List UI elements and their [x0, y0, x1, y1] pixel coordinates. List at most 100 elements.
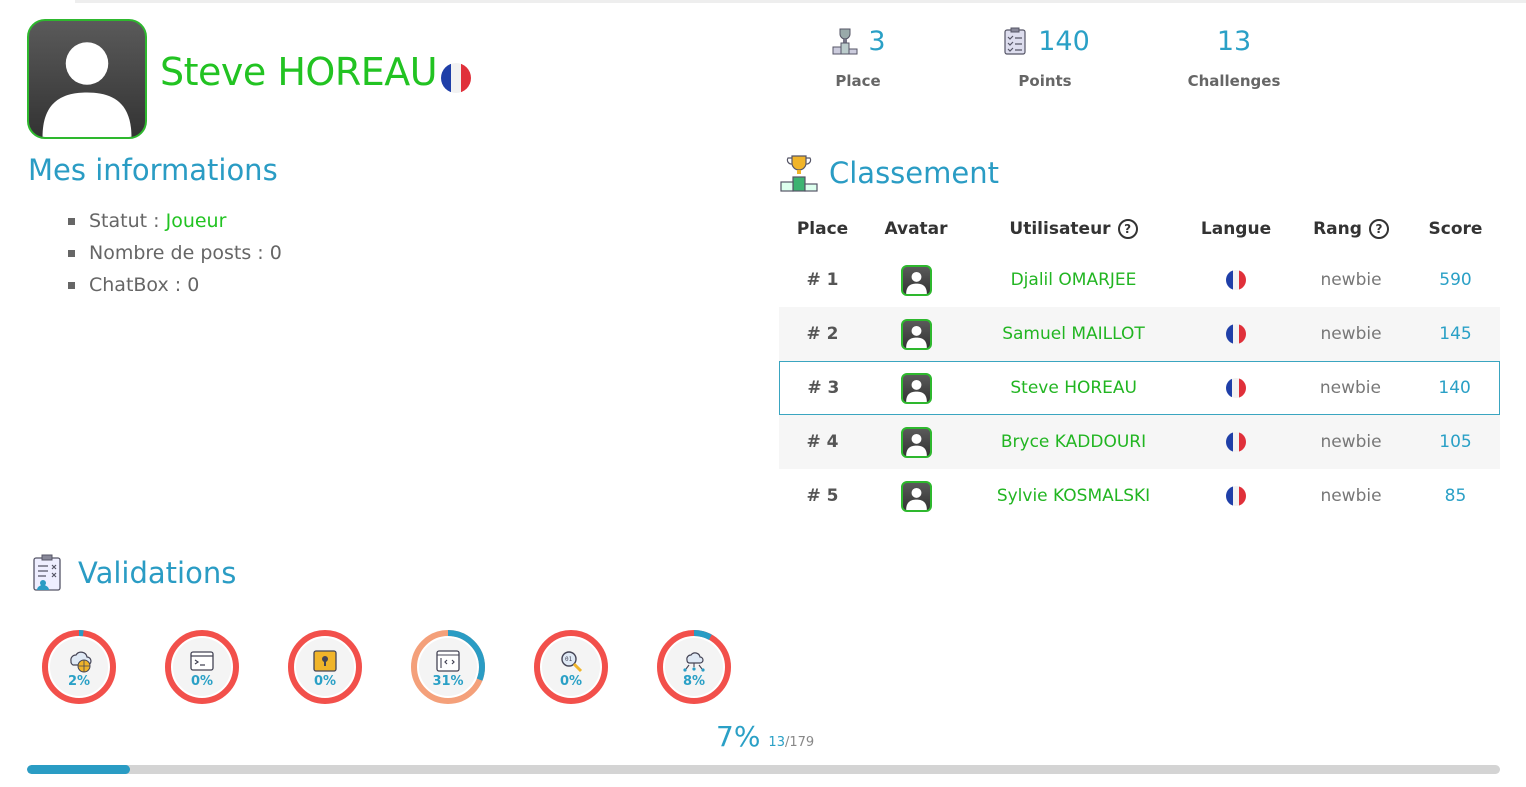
header-lang: Langue — [1200, 219, 1272, 239]
stat-challenges-value: 13 — [1216, 25, 1252, 57]
row-score: 140 — [1438, 378, 1471, 398]
table-row: # 1 Djalil OMARJEE newbie 590 — [779, 253, 1500, 307]
row-rank: newbie — [1320, 324, 1382, 344]
chatbox-text: ChatBox : 0 — [89, 274, 200, 296]
header-user: Utilisateur? — [966, 219, 1181, 239]
validation-ring[interactable]: 2% — [41, 629, 117, 705]
validations-section-title: Validations — [28, 553, 236, 593]
ring-percent: 2% — [67, 673, 91, 689]
row-user-link[interactable]: Steve HOREAU — [966, 378, 1180, 398]
validation-ring[interactable]: 01 0% — [533, 629, 609, 705]
header-avatar: Avatar — [884, 219, 948, 239]
statut-value[interactable]: Joueur — [166, 210, 227, 232]
header-rank-text: Rang — [1313, 219, 1362, 239]
row-rank: newbie — [1319, 378, 1381, 398]
row-user-link[interactable]: Djalil OMARJEE — [966, 270, 1181, 290]
row-avatar[interactable] — [866, 318, 966, 350]
row-avatar[interactable] — [866, 426, 966, 458]
table-row: # 4 Bryce KADDOURI newbie 105 — [779, 415, 1500, 469]
row-place: # 5 — [806, 486, 839, 506]
row-rank: newbie — [1320, 270, 1382, 290]
podium-trophy-icon — [832, 28, 858, 55]
row-place: # 3 — [807, 378, 840, 398]
table-row: # 3 Steve HOREAU newbie 140 — [779, 361, 1500, 415]
ring-inner: 01 0% — [542, 638, 600, 696]
row-score: 145 — [1439, 324, 1472, 344]
ranking-section-title: Classement — [779, 153, 999, 193]
help-icon[interactable]: ? — [1368, 219, 1389, 239]
lock-window-icon — [313, 649, 337, 672]
user-silhouette-icon — [900, 264, 932, 296]
row-lang — [1181, 324, 1291, 344]
binary-magnifier-icon: 01 — [561, 650, 583, 672]
row-score: 105 — [1439, 432, 1472, 452]
total-progress-count: 13/179 — [768, 735, 814, 750]
row-place: # 1 — [806, 270, 839, 290]
ring-percent: 0% — [559, 673, 583, 689]
info-item-statut: Statut : Joueur — [68, 205, 282, 237]
leaderboard-header: Place Avatar Utilisateur? Langue Rang? S… — [779, 205, 1500, 253]
stat-place: 3 Place — [783, 24, 933, 90]
help-icon[interactable]: ? — [1117, 219, 1138, 239]
ring-inner: 0% — [296, 638, 354, 696]
flag-fr-icon — [1225, 378, 1246, 398]
ring-inner: 31% — [419, 638, 477, 696]
leaderboard-table: Place Avatar Utilisateur? Langue Rang? S… — [779, 205, 1500, 523]
progress-done: 13 — [768, 735, 785, 750]
ring-percent: 0% — [313, 673, 337, 689]
row-lang — [1181, 432, 1291, 452]
ring-inner: 2% — [50, 638, 108, 696]
info-list: Statut : Joueur Nombre de posts : 0 Chat… — [68, 205, 282, 301]
total-progress-bar — [27, 765, 1500, 774]
flag-fr-icon — [1226, 270, 1246, 290]
row-score: 590 — [1439, 270, 1472, 290]
profile-avatar — [27, 19, 147, 139]
validation-ring[interactable]: 8% — [656, 629, 732, 705]
validation-ring[interactable]: 31% — [410, 629, 486, 705]
row-score: 85 — [1444, 486, 1467, 506]
ranking-title-text: Classement — [829, 156, 999, 190]
flag-fr-icon — [1226, 486, 1246, 506]
table-row: # 5 Sylvie KOSMALSKI newbie 85 — [779, 469, 1500, 523]
info-item-posts: Nombre de posts : 0 — [68, 237, 282, 269]
terminal-window-icon — [190, 650, 214, 671]
user-silhouette-icon — [900, 426, 932, 458]
ring-percent: 31% — [432, 673, 464, 689]
info-title-text: Mes informations — [28, 153, 278, 187]
header-user-text: Utilisateur — [1009, 219, 1111, 239]
row-avatar[interactable] — [866, 264, 966, 296]
row-user-link[interactable]: Sylvie KOSMALSKI — [966, 486, 1181, 506]
ring-percent: 8% — [682, 673, 706, 689]
header-score: Score — [1428, 219, 1483, 239]
svg-text:01: 01 — [565, 656, 573, 663]
header-rank: Rang? — [1291, 219, 1411, 239]
row-lang — [1181, 486, 1291, 506]
stat-challenges-label: Challenges — [1187, 72, 1281, 90]
validation-ring[interactable]: 0% — [287, 629, 363, 705]
row-lang — [1181, 378, 1291, 398]
row-avatar[interactable] — [866, 480, 966, 512]
row-user-link[interactable]: Bryce KADDOURI — [966, 432, 1181, 452]
validation-ring[interactable]: 0% — [164, 629, 240, 705]
profile-name: Steve HOREAU — [160, 50, 438, 94]
leaderboard-body: # 1 Djalil OMARJEE newbie 590 # 2 Samuel MAIL… — [779, 253, 1500, 523]
ring-percent: 0% — [190, 673, 214, 689]
progress-total: /179 — [784, 735, 815, 750]
row-user-link[interactable]: Samuel MAILLOT — [966, 324, 1181, 344]
user-silhouette-icon — [42, 42, 132, 137]
table-row: # 2 Samuel MAILLOT newbie 145 — [779, 307, 1500, 361]
top-divider — [75, 0, 1526, 3]
row-avatar[interactable] — [867, 372, 967, 404]
stat-points-label: Points — [1018, 72, 1072, 90]
ring-inner: 8% — [665, 638, 723, 696]
cloud-web-icon — [70, 651, 92, 672]
header-place: Place — [796, 219, 849, 239]
stat-place-value: 3 — [868, 25, 886, 57]
total-progress-label: 7% 13/179 — [716, 720, 814, 753]
stat-place-label: Place — [835, 72, 881, 90]
row-lang — [1181, 270, 1291, 290]
user-silhouette-icon — [900, 480, 932, 512]
stat-points: 140 Points — [970, 24, 1120, 90]
stat-points-value: 140 — [1038, 25, 1090, 57]
info-section-title: Mes informations — [28, 153, 278, 187]
